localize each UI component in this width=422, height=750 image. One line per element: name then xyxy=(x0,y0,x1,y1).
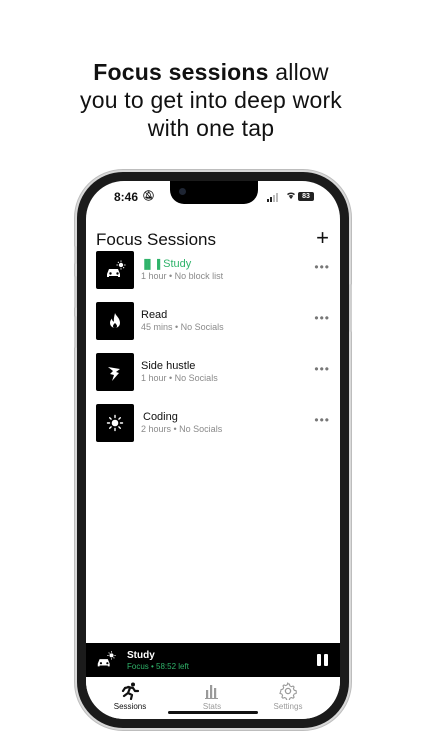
plus-icon[interactable]: + xyxy=(316,225,329,251)
now-playing-subtitle: Focus • 58:52 left xyxy=(127,662,189,671)
session-meta: 45 mins • No Socials xyxy=(141,322,224,332)
headline: Focus sessions allow you to get into dee… xyxy=(0,58,422,142)
tab-stats[interactable]: Stats xyxy=(182,682,242,711)
tab-label: Stats xyxy=(202,702,222,711)
headline-rest: allow xyxy=(268,59,329,85)
mute-switch xyxy=(74,246,77,264)
pause-icon[interactable] xyxy=(317,654,328,666)
session-row-side-hustle[interactable]: Side hustle 1 hour • No Socials ••• xyxy=(96,353,332,404)
tab-label: Settings xyxy=(273,702,303,711)
session-meta: 2 hours • No Socials xyxy=(141,424,223,434)
battery-icon: 83 xyxy=(298,192,314,201)
status-time: 8:46 xyxy=(114,190,139,204)
session-meta: 1 hour • No Socials xyxy=(141,373,218,383)
phone-frame: 8:46 🔕︎ 83 Focus Sessions + ▐▌▐ Study 1 … xyxy=(74,172,352,728)
session-row-read[interactable]: Read 45 mins • No Socials ••• xyxy=(96,302,332,353)
wifi-icon xyxy=(285,189,297,204)
session-row-study[interactable]: ▐▌▐ Study 1 hour • No block list ••• xyxy=(96,251,332,302)
cellular-signal-icon xyxy=(267,193,278,202)
session-name: Side hustle xyxy=(141,360,196,372)
session-list: ▐▌▐ Study 1 hour • No block list ••• Read… xyxy=(96,251,332,455)
study-icon xyxy=(97,651,116,667)
more-options-icon[interactable]: ••• xyxy=(314,413,330,427)
session-row-coding[interactable]: Coding 2 hours • No Socials ••• xyxy=(96,404,332,455)
volume-up-button xyxy=(74,276,77,308)
tab-settings[interactable]: Settings xyxy=(258,682,318,711)
bolt-icon xyxy=(96,353,134,391)
bar-chart-icon xyxy=(205,685,218,699)
power-button xyxy=(349,284,352,332)
volume-down-button xyxy=(74,316,77,348)
session-name: Coding xyxy=(143,411,178,423)
audio-wave-icon: ▐▌▐ xyxy=(141,259,161,269)
session-name: ▐▌▐ Study xyxy=(141,258,192,270)
now-playing-bar[interactable]: Study Focus • 58:52 left xyxy=(86,643,340,677)
bell-muted-icon: 🔕︎ xyxy=(142,191,155,202)
now-playing-title: Study xyxy=(127,650,155,661)
session-meta: 1 hour • No block list xyxy=(141,271,224,281)
home-indicator[interactable] xyxy=(168,711,258,714)
flame-icon xyxy=(96,302,134,340)
page-title: Focus Sessions xyxy=(96,230,216,249)
tab-sessions[interactable]: Sessions xyxy=(100,682,160,711)
more-options-icon[interactable]: ••• xyxy=(314,260,330,274)
gear-icon xyxy=(279,682,297,700)
sun-icon xyxy=(96,404,134,442)
phone-screen: 8:46 🔕︎ 83 Focus Sessions + ▐▌▐ Study 1 … xyxy=(86,181,340,719)
more-options-icon[interactable]: ••• xyxy=(314,311,330,325)
headline-bold: Focus sessions xyxy=(93,59,269,85)
study-icon xyxy=(96,251,134,289)
session-name: Read xyxy=(141,309,168,321)
headline-line-3: with one tap xyxy=(147,115,275,141)
status-bar: 8:46 🔕︎ 83 xyxy=(86,190,340,208)
more-options-icon[interactable]: ••• xyxy=(314,362,330,376)
headline-line-2: you to get into deep work xyxy=(80,87,342,113)
tab-label: Sessions xyxy=(113,702,147,711)
runner-icon xyxy=(121,682,140,700)
